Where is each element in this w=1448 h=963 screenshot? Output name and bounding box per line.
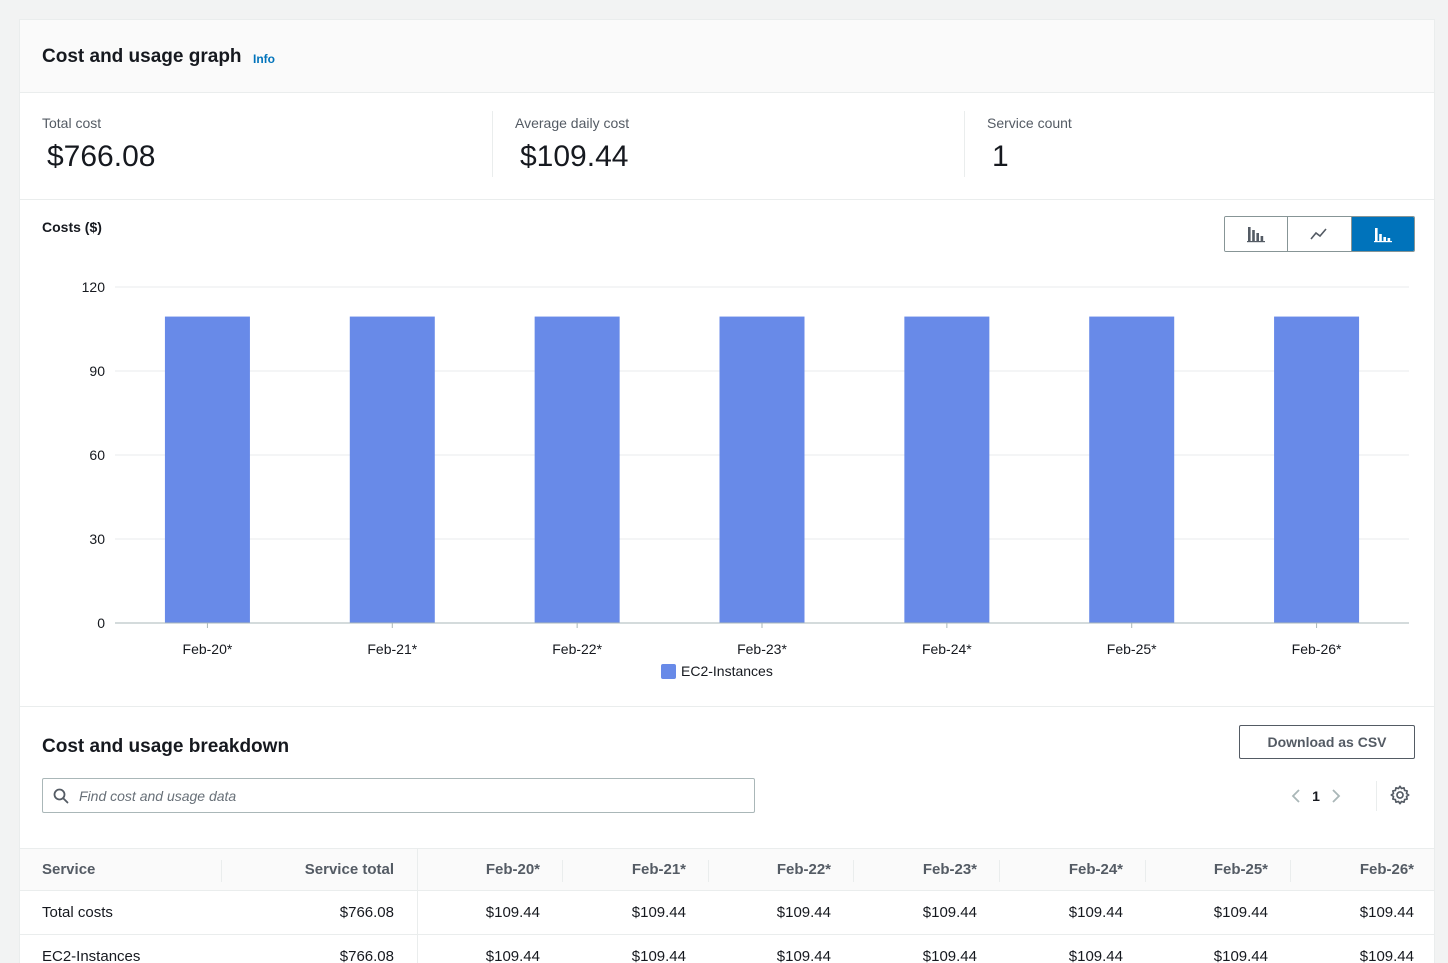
service-total-cell: $766.08	[339, 904, 394, 921]
legend-label: EC2-Instances	[681, 663, 773, 679]
column-divider	[999, 860, 1000, 882]
column-header-date[interactable]: Feb-23*	[887, 861, 977, 878]
service-cell: EC2-Instances	[42, 948, 141, 963]
y-tick-label: 90	[89, 363, 105, 379]
x-tick-label: Feb-22*	[552, 641, 602, 657]
column-divider	[1145, 860, 1146, 882]
column-divider	[1290, 860, 1291, 882]
x-tick-label: Feb-21*	[367, 641, 417, 657]
breakdown-title: Cost and usage breakdown	[42, 736, 290, 757]
search-box	[42, 778, 755, 813]
daily-cost-cell: $109.44	[1068, 948, 1123, 963]
column-header-date[interactable]: Feb-25*	[1178, 861, 1268, 878]
chart-legend: EC2-Instances	[661, 663, 773, 679]
daily-cost-cell: $109.44	[631, 904, 686, 921]
column-header-date[interactable]: Feb-21*	[596, 861, 686, 878]
next-page-button[interactable]	[1326, 782, 1346, 810]
daily-cost-cell: $109.44	[776, 904, 831, 921]
column-header-date[interactable]: Feb-26*	[1324, 861, 1414, 878]
daily-cost-cell: $109.44	[1068, 904, 1123, 921]
column-divider	[221, 860, 222, 882]
average-daily-cost-value: $109.44	[520, 140, 629, 173]
y-tick-label: 30	[89, 531, 105, 547]
metric-divider	[492, 111, 493, 177]
search-input[interactable]	[79, 779, 739, 812]
legend-swatch	[661, 663, 676, 679]
total-cost-label: Total cost	[42, 115, 102, 131]
gear-icon[interactable]	[1389, 784, 1411, 806]
service-cell: Total costs	[42, 904, 113, 921]
total-cost-value: $766.08	[47, 140, 156, 173]
chart-plot: 0 30 60 90 120 Feb-20* Feb-21* Feb-22* Feb-23* Fe…	[82, 279, 1409, 657]
column-header-date[interactable]: Feb-24*	[1033, 861, 1123, 878]
column-divider	[562, 860, 563, 882]
metric-divider	[964, 111, 965, 177]
download-csv-button[interactable]: Download as CSV	[1239, 725, 1415, 759]
service-count-value: 1	[992, 140, 1009, 173]
cost-chart: Costs ($) 0 30 60 90 120 Feb-20* Feb-21*…	[20, 201, 1434, 707]
chevron-right-icon	[1332, 789, 1341, 803]
y-tick-label: 60	[89, 447, 105, 463]
search-icon	[53, 788, 69, 804]
x-tick-label: Feb-23*	[737, 641, 787, 657]
column-divider	[708, 860, 709, 882]
page-title: Cost and usage graph	[42, 46, 242, 67]
y-tick-label: 0	[97, 615, 105, 631]
daily-cost-cell: $109.44	[1213, 904, 1268, 921]
daily-cost-cell: $109.44	[922, 904, 977, 921]
summary-metrics: Total cost $766.08 Average daily cost $1…	[20, 94, 1434, 200]
x-tick-label: Feb-20*	[183, 641, 233, 657]
page-number[interactable]: 1	[1306, 788, 1326, 804]
daily-cost-cell: $109.44	[485, 904, 540, 921]
chart-bar	[164, 316, 250, 623]
chart-bar	[349, 316, 435, 623]
chart-bar	[904, 316, 990, 623]
y-tick-label: 120	[82, 279, 106, 295]
service-count-label: Service count	[987, 115, 1072, 131]
info-link[interactable]: Info	[253, 52, 275, 66]
table-row: Total costs $766.08 $109.44 $109.44 $109…	[20, 891, 1434, 935]
x-tick-label: Feb-24*	[922, 641, 972, 657]
daily-cost-cell: $109.44	[1359, 904, 1414, 921]
column-header-service-total[interactable]: Service total	[250, 861, 394, 878]
x-tick-label: Feb-25*	[1107, 641, 1157, 657]
graph-header: Cost and usage graph Info	[20, 20, 1434, 93]
table-header: Service Service total Feb-20* Feb-21* Fe…	[20, 848, 1434, 891]
pagination: 1	[1286, 782, 1346, 810]
daily-cost-cell: $109.44	[1359, 948, 1414, 963]
column-header-service[interactable]: Service	[42, 861, 95, 878]
chart-bar	[1274, 316, 1360, 623]
table-row: EC2-Instances $766.08 $109.44 $109.44 $1…	[20, 935, 1434, 963]
daily-cost-cell: $109.44	[1213, 948, 1268, 963]
pagination-divider	[1376, 781, 1377, 811]
column-header-date[interactable]: Feb-22*	[741, 861, 831, 878]
chart-bar	[534, 316, 620, 623]
x-tick-label: Feb-26*	[1292, 641, 1342, 657]
sticky-column-divider	[417, 848, 418, 963]
column-header-date[interactable]: Feb-20*	[450, 861, 540, 878]
column-divider	[853, 860, 854, 882]
daily-cost-cell: $109.44	[922, 948, 977, 963]
daily-cost-cell: $109.44	[485, 948, 540, 963]
chart-bar	[1089, 316, 1175, 623]
service-total-cell: $766.08	[339, 948, 394, 963]
previous-page-button[interactable]	[1286, 782, 1306, 810]
chevron-left-icon	[1291, 789, 1300, 803]
cost-breakdown-section: Cost and usage breakdown Download as CSV…	[20, 708, 1434, 963]
daily-cost-cell: $109.44	[776, 948, 831, 963]
daily-cost-cell: $109.44	[631, 948, 686, 963]
chart-bar	[719, 316, 805, 623]
cost-and-usage-panel: Cost and usage graph Info Total cost $76…	[19, 19, 1435, 963]
average-daily-cost-label: Average daily cost	[515, 115, 630, 131]
